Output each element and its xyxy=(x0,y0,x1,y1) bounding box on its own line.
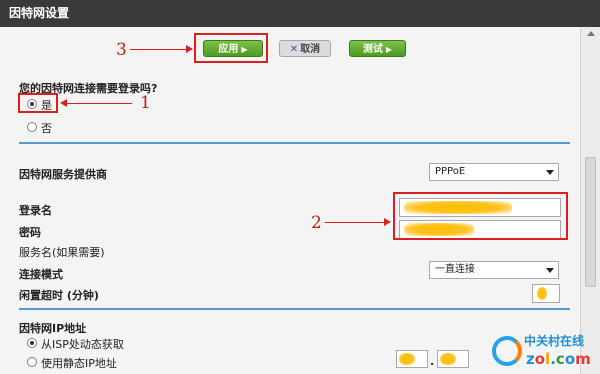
ip-section-label: 因特网IP地址 xyxy=(19,322,87,335)
idle-timeout-field[interactable] xyxy=(532,284,560,303)
annotation-number-2: 2 xyxy=(311,213,322,233)
watermark-text: 中关村在线 xyxy=(524,334,585,348)
radio-dynamic-ip-label: 从ISP处动态获取 xyxy=(41,338,124,351)
ip-separator: . xyxy=(430,355,435,368)
zol-logo-icon xyxy=(492,336,522,366)
radio-dynamic-ip[interactable] xyxy=(27,338,37,348)
service-name-label: 服务名(如果需要) xyxy=(19,246,105,259)
ip-octet-1[interactable] xyxy=(396,350,428,368)
test-label: 测试 xyxy=(362,44,383,55)
window-title: 因特网设置 xyxy=(0,0,600,27)
cancel-button[interactable]: ✕ 取消 xyxy=(279,40,331,57)
annotation-number-1: 1 xyxy=(140,93,151,113)
radio-no[interactable] xyxy=(27,122,37,132)
redacted-ip-octet xyxy=(440,353,456,365)
zol-watermark-logo: 中关村在线 zol.com xyxy=(486,330,600,374)
ip-octet-2[interactable] xyxy=(437,350,469,368)
username-label: 登录名 xyxy=(19,204,52,217)
idle-timeout-label: 闲置超时 (分钟) xyxy=(19,289,99,302)
radio-no-label: 否 xyxy=(41,122,52,135)
isp-label: 因特网服务提供商 xyxy=(19,168,107,181)
scroll-up-arrow-icon[interactable] xyxy=(587,31,595,36)
redacted-ip-octet xyxy=(399,353,415,365)
cancel-label: 取消 xyxy=(300,44,321,55)
close-icon: ✕ xyxy=(289,44,299,55)
arrowhead-right-icon xyxy=(384,218,391,226)
radio-static-ip-label: 使用静态IP地址 xyxy=(41,357,117,370)
arrowhead-right-icon xyxy=(186,45,193,53)
isp-select[interactable]: PPPoE xyxy=(429,163,559,181)
annotation-box-yes xyxy=(18,93,58,113)
test-button[interactable]: 测试 ▶ xyxy=(349,40,406,57)
chevron-down-icon xyxy=(546,170,554,175)
annotation-box-apply xyxy=(194,33,268,63)
play-arrow-icon: ▶ xyxy=(385,45,393,54)
annotation-arrow-2 xyxy=(325,222,385,223)
connection-mode-label: 连接模式 xyxy=(19,268,63,281)
watermark-url: zol.com xyxy=(526,350,591,368)
annotation-box-credentials xyxy=(393,192,568,240)
isp-value: PPPoE xyxy=(435,166,466,177)
connection-mode-value: 一直连接 xyxy=(435,264,475,275)
radio-static-ip[interactable] xyxy=(27,357,37,367)
annotation-arrow-3 xyxy=(130,49,187,50)
connection-mode-select[interactable]: 一直连接 xyxy=(429,261,559,279)
chevron-down-icon xyxy=(546,268,554,273)
annotation-arrow-1 xyxy=(66,103,132,104)
scroll-thumb[interactable] xyxy=(585,157,596,287)
section-divider xyxy=(19,142,570,144)
redacted-idle-timeout xyxy=(537,287,547,300)
section-divider xyxy=(19,308,570,310)
annotation-number-3: 3 xyxy=(116,40,127,60)
scrollbar[interactable] xyxy=(580,27,600,374)
password-label: 密码 xyxy=(19,226,41,239)
